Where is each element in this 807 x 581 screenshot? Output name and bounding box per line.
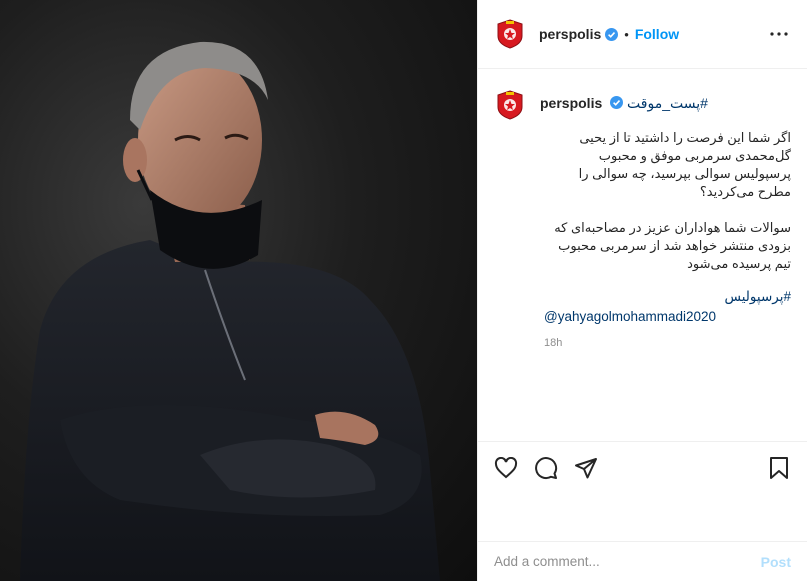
club-logo-icon	[497, 19, 523, 49]
caption-area: perspolis #پست_موقت اگر شما این فرصت را …	[478, 69, 807, 441]
separator-dot: •	[624, 26, 629, 42]
add-comment-bar: Post	[478, 541, 807, 581]
caption-head: perspolis #پست_موقت	[540, 89, 708, 112]
caption-username[interactable]: perspolis	[540, 95, 602, 111]
verified-badge-icon	[605, 27, 619, 41]
bookmark-icon[interactable]	[767, 456, 791, 480]
caption-links: #پرسپولیس @yahyagolmohammadi2020	[544, 287, 791, 327]
caption-hashtag-bottom[interactable]: #پرسپولیس	[544, 287, 791, 307]
caption-header-row: perspolis #پست_موقت	[494, 89, 791, 121]
action-bar	[478, 441, 807, 493]
more-options-icon[interactable]	[767, 22, 791, 46]
post-side-panel: perspolis • Follow perspolis #پست_موقت ا…	[477, 0, 807, 581]
verified-badge-icon	[610, 95, 624, 109]
caption-hashtag-top[interactable]: #پست_موقت	[627, 95, 708, 111]
post-header: perspolis • Follow	[478, 0, 807, 69]
comment-icon[interactable]	[534, 456, 558, 480]
heart-icon[interactable]	[494, 456, 518, 480]
caption-paragraph-1: اگر شما این فرصت را داشتید تا از یحیی گل…	[578, 130, 791, 199]
caption-avatar[interactable]	[494, 89, 526, 121]
caption-text: اگر شما این فرصت را داشتید تا از یحیی گل…	[494, 129, 791, 273]
instagram-post: perspolis • Follow perspolis #پست_موقت ا…	[0, 0, 807, 581]
club-logo-avatar[interactable]	[494, 18, 526, 50]
follow-button[interactable]: Follow	[635, 26, 679, 42]
post-time[interactable]: 18h	[544, 337, 791, 349]
header-username[interactable]: perspolis	[539, 26, 601, 42]
club-logo-icon	[497, 90, 523, 120]
share-icon[interactable]	[574, 456, 598, 480]
post-comment-button[interactable]: Post	[761, 554, 791, 570]
post-photo[interactable]	[0, 0, 477, 581]
likes-area	[478, 493, 807, 541]
coach-photo-illustration	[20, 41, 440, 581]
caption-mention[interactable]: @yahyagolmohammadi2020	[544, 307, 791, 327]
comment-input[interactable]	[494, 554, 761, 569]
caption-paragraph-2: سوالات شما هواداران عزیز در مصاحبه‌ای که…	[554, 220, 791, 271]
